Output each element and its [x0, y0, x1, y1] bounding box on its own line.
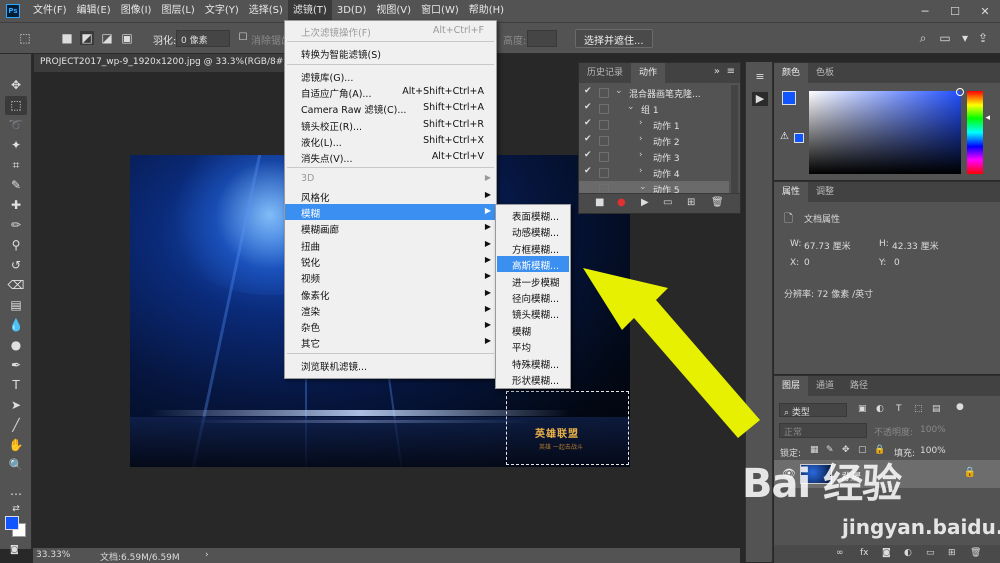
baidu-watermark: Bai 经验 jingyan.baidu.com — [742, 443, 1000, 548]
watermark-url: jingyan.baidu.com — [842, 515, 1000, 539]
arrow-shape — [583, 268, 760, 438]
watermark-brand: Bai 经验 — [742, 461, 902, 507]
